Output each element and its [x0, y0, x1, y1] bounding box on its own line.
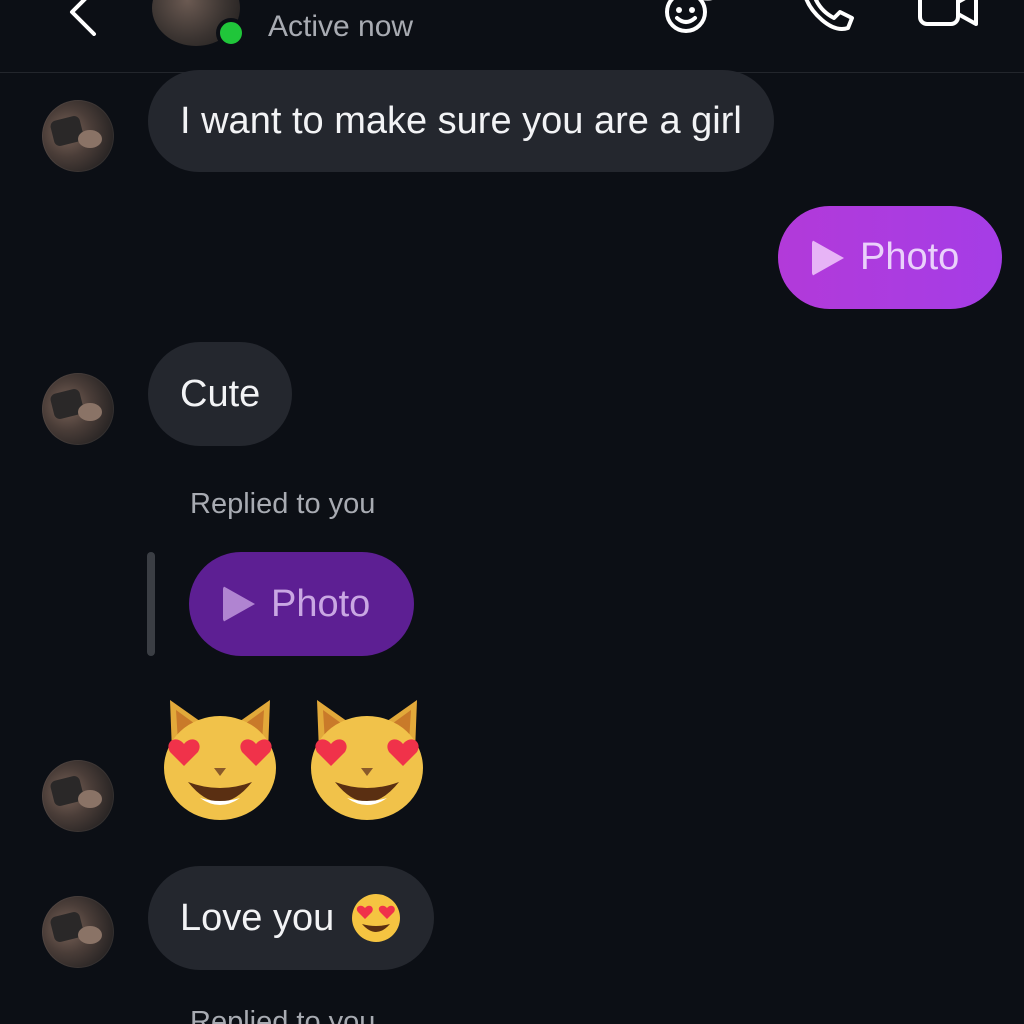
back-chevron-icon [70, 0, 96, 36]
photo-message-outgoing[interactable]: Photo [778, 206, 1002, 309]
message-text: I want to make sure you are a girl [180, 100, 742, 142]
reply-quote-bar [147, 552, 155, 656]
message-bubble-incoming[interactable]: I want to make sure you are a girl [148, 70, 774, 172]
message-text: Cute [180, 373, 261, 415]
chat-screen: Active now I want to make sure you are a… [0, 0, 1024, 1024]
photo-label: Photo [271, 582, 371, 625]
sender-avatar[interactable] [42, 896, 114, 968]
sticker-button[interactable] [662, 0, 726, 36]
message-text: Love you [180, 897, 335, 939]
phone-icon [804, 0, 854, 31]
photo-label: Photo [860, 236, 960, 278]
online-indicator [216, 18, 246, 48]
quoted-photo-message[interactable]: Photo [189, 552, 414, 656]
play-icon [223, 586, 255, 622]
sender-avatar[interactable] [42, 760, 114, 832]
message-bubble-incoming[interactable]: Cute [148, 342, 293, 446]
heart-eyes-face-icon [352, 894, 401, 942]
reply-context-label: Replied to you [190, 488, 376, 520]
message-bubble-incoming[interactable]: Love you [148, 866, 435, 970]
reply-context-label: Replied to you [190, 1006, 376, 1024]
sender-avatar[interactable] [42, 373, 114, 445]
heart-eyes-cat-icon[interactable] [160, 694, 280, 824]
sender-avatar[interactable] [42, 100, 114, 172]
audio-call-button[interactable] [796, 0, 860, 36]
chat-header: Active now [0, 0, 1024, 73]
video-camera-icon [918, 0, 978, 26]
sticker-icon [665, 0, 713, 33]
play-icon [812, 239, 844, 276]
video-call-button[interactable] [914, 0, 978, 36]
back-button[interactable] [58, 0, 108, 36]
active-status: Active now [268, 10, 414, 43]
heart-eyes-cat-icon[interactable] [307, 694, 427, 824]
